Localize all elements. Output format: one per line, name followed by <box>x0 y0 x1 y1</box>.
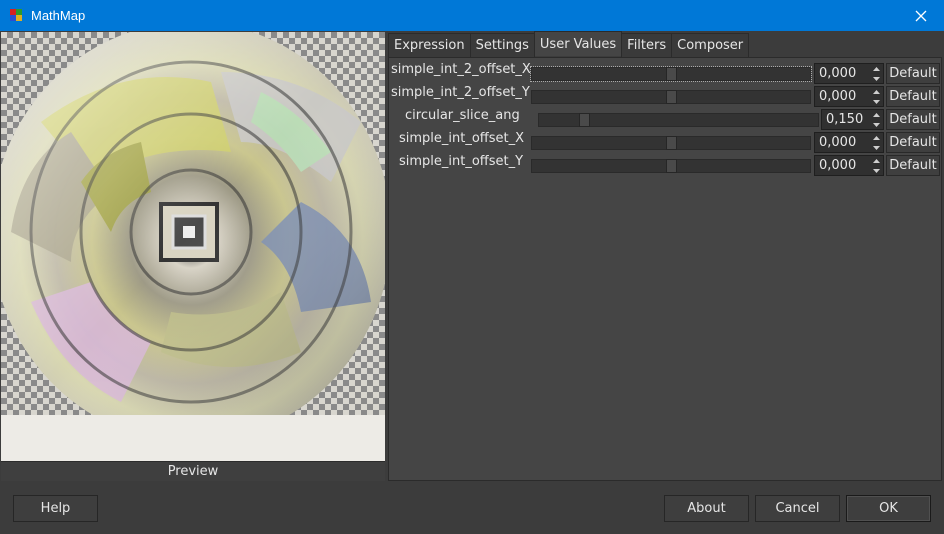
spin-up-icon[interactable] <box>869 64 883 73</box>
param-label: circular_slice_ang <box>405 108 520 123</box>
spinbox-value[interactable]: 0,150 <box>826 112 863 127</box>
preview-empty-area <box>1 415 385 461</box>
spin-down-icon[interactable] <box>869 97 883 106</box>
param-label: simple_int_2_offset_Y <box>391 85 530 100</box>
preview-label: Preview <box>1 461 385 481</box>
param-row: circular_slice_ang 0,150 Default <box>389 106 943 130</box>
param-spinbox[interactable]: 0,150 <box>821 109 884 130</box>
param-row: simple_int_2_offset_Y 0,000 Default <box>389 83 943 107</box>
slider-knob[interactable] <box>666 67 677 81</box>
user-values-panel: simple_int_2_offset_X 0,000 Default simp… <box>388 57 942 481</box>
spinbox-value[interactable]: 0,000 <box>819 66 856 81</box>
tab-settings[interactable]: Settings <box>469 33 535 57</box>
spin-up-icon[interactable] <box>869 133 883 142</box>
spin-down-icon[interactable] <box>869 166 883 175</box>
window-title: MathMap <box>31 8 86 23</box>
tab-strip: Expression Settings User Values Filters … <box>388 31 750 57</box>
slider-knob[interactable] <box>666 136 677 150</box>
settings-notebook: Expression Settings User Values Filters … <box>388 31 944 481</box>
preview-image <box>1 32 385 415</box>
cancel-button[interactable]: Cancel <box>755 495 840 522</box>
param-row: simple_int_offset_Y 0,000 Default <box>389 152 943 176</box>
spin-down-icon[interactable] <box>869 74 883 83</box>
spin-down-icon[interactable] <box>869 120 883 129</box>
param-spinbox[interactable]: 0,000 <box>814 155 884 176</box>
param-slider[interactable] <box>538 113 819 127</box>
param-label: simple_int_2_offset_X <box>391 62 531 77</box>
default-button[interactable]: Default <box>886 86 940 107</box>
preview-pane: Preview <box>0 31 386 481</box>
slider-knob[interactable] <box>579 113 590 127</box>
title-bar: MathMap <box>0 0 944 31</box>
ok-button[interactable]: OK <box>846 495 931 522</box>
tab-filters[interactable]: Filters <box>621 33 673 57</box>
slider-knob[interactable] <box>666 90 677 104</box>
param-slider[interactable] <box>531 159 811 173</box>
preview-render <box>1 32 385 415</box>
default-button[interactable]: Default <box>886 63 940 84</box>
spinbox-value[interactable]: 0,000 <box>819 89 856 104</box>
close-button[interactable] <box>898 0 944 31</box>
spin-down-icon[interactable] <box>869 143 883 152</box>
tab-composer[interactable]: Composer <box>671 33 750 57</box>
close-icon <box>915 10 927 21</box>
about-button[interactable]: About <box>664 495 749 522</box>
param-row: simple_int_offset_X 0,000 Default <box>389 129 943 153</box>
tab-user-values[interactable]: User Values <box>533 31 623 56</box>
default-button[interactable]: Default <box>886 155 940 176</box>
help-button[interactable]: Help <box>13 495 98 522</box>
param-row: simple_int_2_offset_X 0,000 Default <box>389 60 943 84</box>
spinbox-value[interactable]: 0,000 <box>819 158 856 173</box>
tab-expression[interactable]: Expression <box>388 33 471 57</box>
default-button[interactable]: Default <box>886 132 940 153</box>
dialog-button-bar: Help About Cancel OK <box>0 481 944 534</box>
spin-up-icon[interactable] <box>869 156 883 165</box>
spin-up-icon[interactable] <box>869 87 883 96</box>
param-slider[interactable] <box>531 136 811 150</box>
param-spinbox[interactable]: 0,000 <box>814 63 884 84</box>
param-label: simple_int_offset_Y <box>399 154 524 169</box>
param-spinbox[interactable]: 0,000 <box>814 132 884 153</box>
param-slider[interactable] <box>530 66 812 82</box>
param-slider[interactable] <box>531 90 811 104</box>
slider-knob[interactable] <box>666 159 677 173</box>
mathmap-app-icon <box>10 9 22 21</box>
default-button[interactable]: Default <box>886 109 940 130</box>
param-spinbox[interactable]: 0,000 <box>814 86 884 107</box>
spinbox-value[interactable]: 0,000 <box>819 135 856 150</box>
param-label: simple_int_offset_X <box>399 131 525 146</box>
spin-up-icon[interactable] <box>869 110 883 119</box>
